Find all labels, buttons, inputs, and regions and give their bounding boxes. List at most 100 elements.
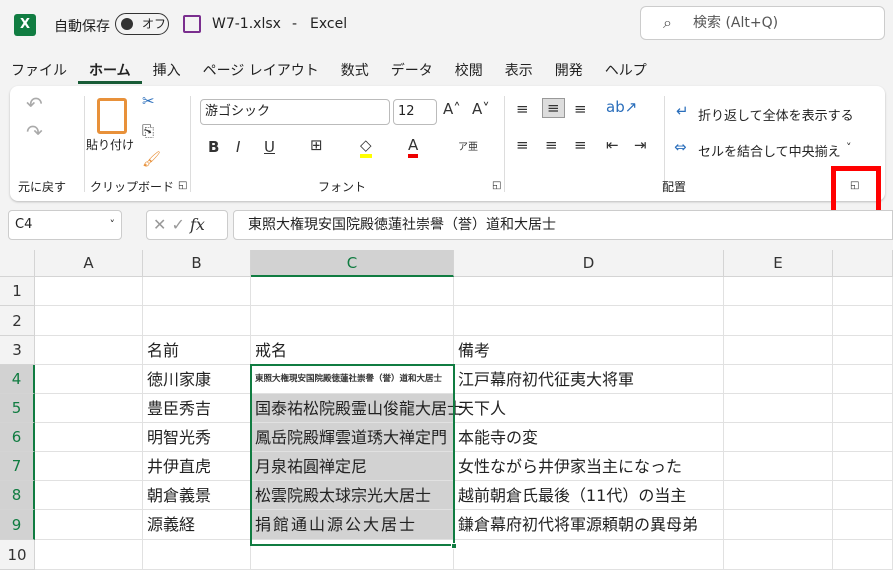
column-header-b[interactable]: B bbox=[143, 250, 251, 277]
tab-file[interactable]: ファイル bbox=[0, 58, 78, 84]
cell[interactable]: 越前朝倉氏最後（11代）の当主 bbox=[454, 481, 724, 510]
cell[interactable] bbox=[724, 423, 833, 452]
align-right-icon[interactable]: ≡ bbox=[574, 136, 587, 154]
row-header[interactable]: 7 bbox=[0, 452, 35, 481]
column-header-f[interactable] bbox=[833, 250, 893, 277]
borders-icon[interactable]: ⊞ bbox=[310, 136, 323, 154]
cell[interactable]: 国泰祐松院殿霊山俊龍大居士 bbox=[251, 394, 463, 423]
cell[interactable] bbox=[833, 540, 893, 570]
cell[interactable]: 徳川家康 bbox=[143, 365, 251, 394]
tab-review[interactable]: 校閲 bbox=[444, 58, 494, 84]
cell[interactable] bbox=[35, 510, 143, 540]
tab-developer[interactable]: 開発 bbox=[544, 58, 594, 84]
increase-font-icon[interactable]: A˄ bbox=[443, 100, 461, 118]
formula-input[interactable]: 東照大権現安国院殿徳蓮社崇譽（誉）道和大居士 bbox=[233, 210, 893, 240]
cell[interactable] bbox=[724, 277, 833, 306]
cell[interactable] bbox=[143, 277, 251, 306]
fill-color-icon[interactable]: ◇ bbox=[360, 136, 372, 158]
cell[interactable] bbox=[251, 306, 454, 336]
enter-icon[interactable]: ✓ bbox=[172, 215, 185, 234]
cell[interactable]: 備考 bbox=[454, 336, 724, 365]
fill-handle[interactable] bbox=[451, 543, 457, 549]
cell[interactable] bbox=[833, 481, 893, 510]
paste-icon[interactable] bbox=[97, 98, 127, 134]
cell[interactable] bbox=[454, 277, 724, 306]
cell[interactable]: 女性ながら井伊家当主になった bbox=[454, 452, 724, 481]
cell[interactable] bbox=[833, 306, 893, 336]
row-header[interactable]: 6 bbox=[0, 423, 35, 452]
cell[interactable] bbox=[833, 510, 893, 540]
align-middle-icon[interactable]: ≡ bbox=[542, 98, 565, 118]
row-header[interactable]: 9 bbox=[0, 510, 35, 540]
tab-view[interactable]: 表示 bbox=[494, 58, 544, 84]
cell[interactable] bbox=[35, 423, 143, 452]
cell[interactable] bbox=[833, 423, 893, 452]
clipboard-launcher-icon[interactable]: ◱ bbox=[178, 180, 187, 191]
tab-data[interactable]: データ bbox=[380, 58, 444, 84]
increase-indent-icon[interactable]: ⇥ bbox=[634, 136, 647, 154]
orientation-icon[interactable]: ab↗ bbox=[606, 98, 637, 116]
cut-icon[interactable]: ✂ bbox=[142, 92, 155, 110]
cell[interactable]: 捐館通山源公大居士 bbox=[251, 510, 454, 540]
cell[interactable]: 豊臣秀吉 bbox=[143, 394, 251, 423]
phonetic-icon[interactable]: ア亜 bbox=[458, 138, 478, 153]
undo-icon[interactable]: ↶ bbox=[26, 92, 43, 116]
align-top-icon[interactable]: ≡ bbox=[516, 100, 529, 118]
cell[interactable] bbox=[724, 510, 833, 540]
tab-insert[interactable]: 挿入 bbox=[142, 58, 192, 84]
format-painter-icon[interactable]: 🖌 bbox=[142, 150, 161, 168]
cell[interactable] bbox=[35, 336, 143, 365]
cancel-icon[interactable]: ✕ bbox=[153, 215, 166, 234]
cell[interactable] bbox=[251, 540, 454, 570]
column-header-d[interactable]: D bbox=[454, 250, 724, 277]
cell[interactable] bbox=[143, 306, 251, 336]
cell[interactable]: 鳳岳院殿輝雲道琇大禅定門 bbox=[251, 423, 454, 452]
cell[interactable] bbox=[35, 540, 143, 570]
name-box[interactable]: C4 ˅ bbox=[8, 210, 122, 240]
cell[interactable] bbox=[143, 540, 251, 570]
cell[interactable]: 源義経 bbox=[143, 510, 251, 540]
underline-icon[interactable]: U bbox=[264, 138, 275, 156]
cell[interactable]: 東照大権現安国院殿徳蓮社崇譽（誉）道和大居士 bbox=[251, 365, 454, 394]
align-center-icon[interactable]: ≡ bbox=[545, 136, 558, 154]
cell[interactable] bbox=[724, 394, 833, 423]
copy-icon[interactable]: ⎘ bbox=[142, 122, 154, 140]
search-box[interactable]: ⌕ 検索 (Alt+Q) bbox=[640, 6, 885, 40]
column-header-e[interactable]: E bbox=[724, 250, 833, 277]
cell[interactable] bbox=[251, 277, 454, 306]
cell[interactable]: 鎌倉幕府初代将軍源頼朝の異母弟 bbox=[454, 510, 724, 540]
row-header[interactable]: 10 bbox=[0, 540, 35, 570]
cell[interactable] bbox=[833, 394, 893, 423]
cell[interactable]: 松雲院殿太球宗光大居士 bbox=[251, 481, 454, 510]
cell[interactable] bbox=[35, 365, 143, 394]
cell[interactable] bbox=[724, 452, 833, 481]
align-left-icon[interactable]: ≡ bbox=[516, 136, 529, 154]
row-header[interactable]: 3 bbox=[0, 336, 35, 365]
cell[interactable] bbox=[833, 452, 893, 481]
font-color-icon[interactable]: A bbox=[408, 136, 419, 158]
wrap-text-button[interactable]: 折り返して全体を表示する bbox=[698, 105, 854, 124]
tab-formulas[interactable]: 数式 bbox=[330, 58, 380, 84]
tab-help[interactable]: ヘルプ bbox=[594, 58, 658, 84]
cell[interactable]: 井伊直虎 bbox=[143, 452, 251, 481]
wrap-text-icon[interactable]: ↵ bbox=[676, 102, 689, 120]
font-launcher-icon[interactable]: ◱ bbox=[492, 180, 501, 191]
merge-center-icon[interactable]: ⇔ bbox=[674, 138, 687, 156]
cell[interactable] bbox=[833, 365, 893, 394]
bold-icon[interactable]: B bbox=[208, 138, 219, 156]
font-name-dropdown[interactable]: 游ゴシック bbox=[200, 99, 390, 125]
merge-center-button[interactable]: セルを結合して中央揃え bbox=[698, 141, 841, 160]
cell[interactable] bbox=[724, 481, 833, 510]
cell[interactable]: 朝倉義景 bbox=[143, 481, 251, 510]
font-size-dropdown[interactable]: 12 bbox=[393, 99, 437, 125]
align-bottom-icon[interactable]: ≡ bbox=[574, 100, 587, 118]
autosave-toggle[interactable]: オフ bbox=[115, 13, 169, 35]
cell[interactable]: 本能寺の変 bbox=[454, 423, 724, 452]
select-all-corner[interactable] bbox=[0, 250, 35, 277]
cell[interactable] bbox=[724, 365, 833, 394]
cell[interactable] bbox=[35, 306, 143, 336]
paste-button[interactable]: 貼り付け bbox=[86, 136, 134, 153]
fx-icon[interactable]: fx bbox=[190, 215, 205, 234]
cell[interactable]: 名前 bbox=[143, 336, 251, 365]
tab-page-layout[interactable]: ページ レイアウト bbox=[192, 58, 330, 84]
